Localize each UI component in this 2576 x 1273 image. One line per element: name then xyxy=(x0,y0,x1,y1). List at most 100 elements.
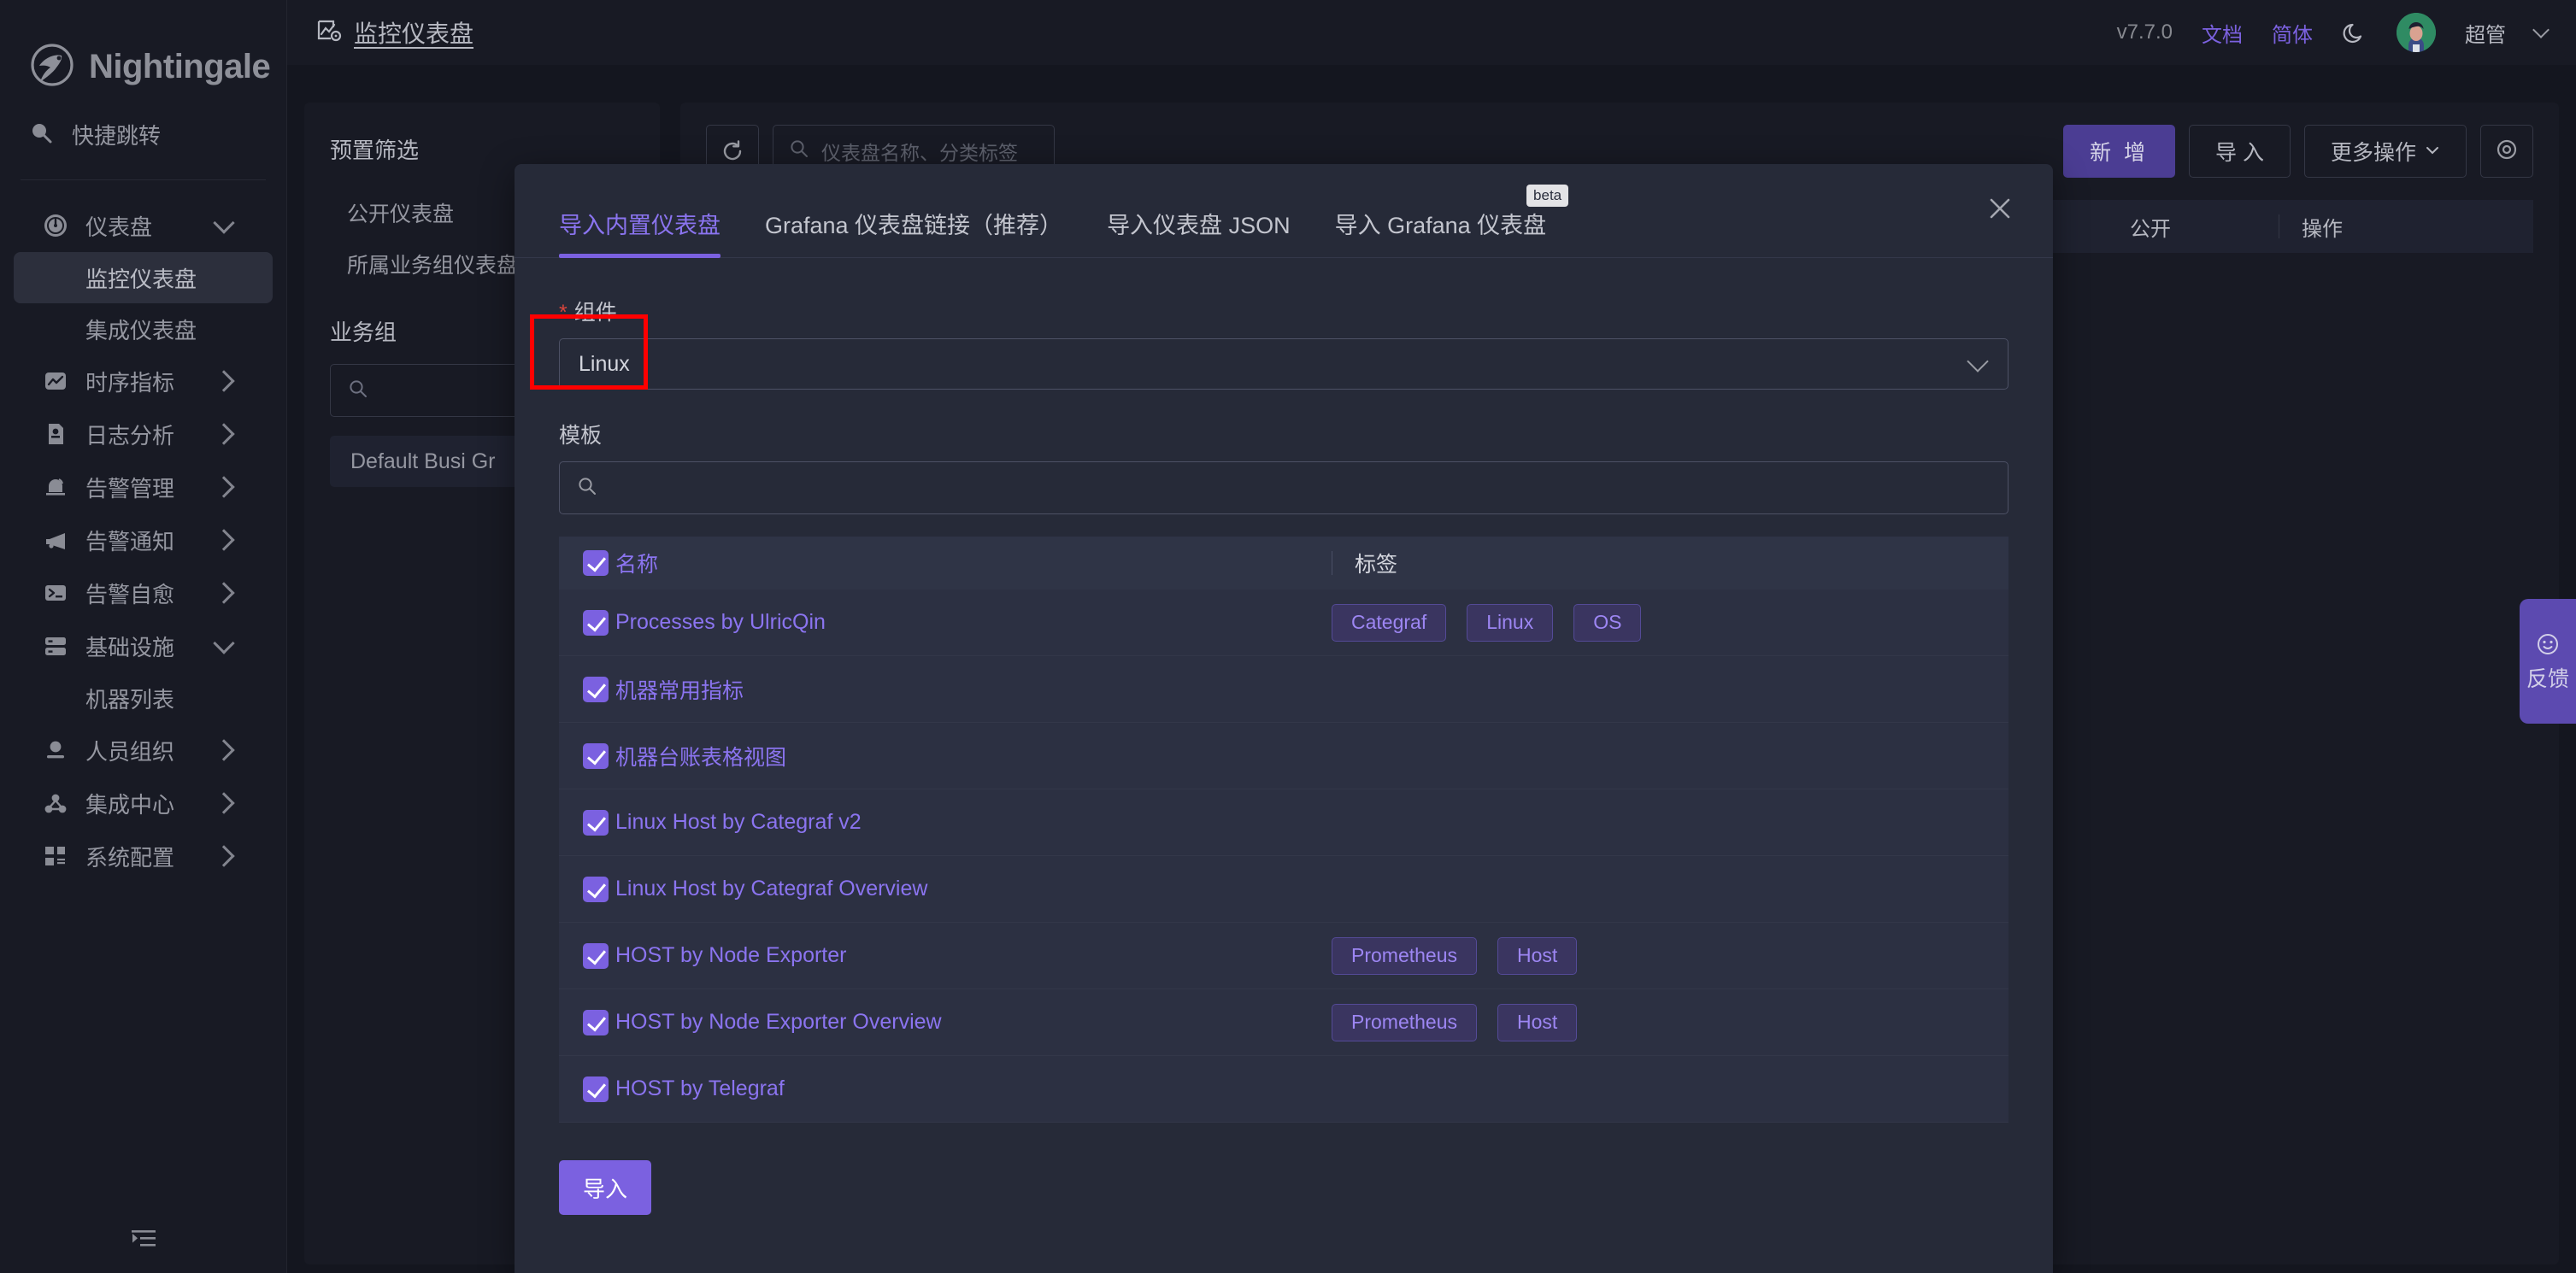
row-checkbox-cell xyxy=(559,676,615,702)
template-field-label: 模板 xyxy=(559,424,603,448)
th-tags: 标签 xyxy=(1355,553,1398,577)
chevron-right-icon xyxy=(213,476,235,498)
component-select-value: Linux xyxy=(579,351,630,376)
modal-body: * 组件 Linux 模板 名称 标签 Processes by UlricQi… xyxy=(515,258,2053,1215)
sidebar-item-alert-management[interactable]: 告警管理 xyxy=(14,461,273,513)
row-name[interactable]: Processes by UlricQin xyxy=(615,610,1332,635)
megaphone-icon xyxy=(43,527,68,553)
smiley-icon xyxy=(2536,632,2560,660)
tab-import-builtin[interactable]: 导入内置仪表盘 xyxy=(559,207,720,258)
gauge-icon xyxy=(43,213,68,238)
tag-chip: Host xyxy=(1497,936,1578,975)
row-checkbox[interactable] xyxy=(583,609,609,636)
sidebar-item-logs[interactable]: 日志分析 xyxy=(14,408,273,461)
table-row[interactable]: Linux Host by Categraf v2 xyxy=(559,789,2008,856)
brand-logo[interactable]: Nightingale xyxy=(0,0,286,101)
sidebar-item-label: 告警自愈 xyxy=(85,581,175,607)
chevron-down-icon[interactable] xyxy=(2532,21,2550,38)
sidebar-divider xyxy=(21,179,266,180)
avatar[interactable] xyxy=(2397,13,2436,52)
row-checkbox[interactable] xyxy=(583,676,609,702)
table-row[interactable]: HOST by Telegraf xyxy=(559,1056,2008,1123)
language-switcher[interactable]: 简体 xyxy=(2272,18,2313,48)
sidebar-item-integration-dashboard[interactable]: 集成仪表盘 xyxy=(14,303,273,355)
row-tags: Prometheus Host xyxy=(1332,936,2008,975)
row-name[interactable]: HOST by Node Exporter xyxy=(615,943,1332,968)
quick-jump-label: 快捷跳转 xyxy=(72,122,162,149)
chevron-right-icon xyxy=(213,792,235,814)
feedback-label: 反馈 xyxy=(2526,666,2569,691)
sidebar-item-dashboard[interactable]: 仪表盘 xyxy=(14,199,273,252)
page-title[interactable]: 监控仪表盘 xyxy=(354,15,473,50)
table-row[interactable]: Linux Host by Categraf Overview xyxy=(559,856,2008,923)
submit-import-button[interactable]: 导入 xyxy=(559,1160,651,1215)
more-actions-label: 更多操作 xyxy=(2330,141,2416,165)
more-actions-button[interactable]: 更多操作 xyxy=(2303,125,2467,178)
sidebar-item-infrastructure[interactable]: 基础设施 xyxy=(14,619,273,672)
row-checkbox[interactable] xyxy=(583,1076,609,1102)
row-name[interactable]: 机器常用指标 xyxy=(615,674,1332,705)
chevron-right-icon xyxy=(213,529,235,551)
row-name[interactable]: Linux Host by Categraf Overview xyxy=(615,877,1332,901)
table-row[interactable]: Processes by UlricQin Categraf Linux OS xyxy=(559,590,2008,656)
row-checkbox[interactable] xyxy=(583,1009,609,1035)
row-checkbox-cell xyxy=(559,1076,615,1102)
th-name: 名称 xyxy=(615,553,659,577)
add-button[interactable]: 新 增 xyxy=(2063,125,2176,178)
import-dashboard-modal: 导入内置仪表盘 Grafana 仪表盘链接（推荐） 导入仪表盘 JSON 导入 … xyxy=(515,164,2053,1273)
row-checkbox-cell xyxy=(559,876,615,902)
visibility-toggle-button[interactable] xyxy=(2480,125,2533,178)
sidebar-item-label: 集成中心 xyxy=(85,791,175,818)
search-icon xyxy=(789,138,809,164)
sidebar-item-system-config[interactable]: 系统配置 xyxy=(14,830,273,883)
sidebar-item-machine-list[interactable]: 机器列表 xyxy=(14,672,273,724)
row-checkbox[interactable] xyxy=(583,742,609,769)
tab-grafana-link[interactable]: Grafana 仪表盘链接（推荐） xyxy=(765,207,1062,257)
user-name[interactable]: 超管 xyxy=(2465,18,2506,48)
chevron-down-icon xyxy=(213,632,235,654)
sidebar-item-label: 基础设施 xyxy=(85,634,175,660)
sidebar-item-monitor-dashboard[interactable]: 监控仪表盘 xyxy=(14,252,273,303)
table-row[interactable]: 机器台账表格视图 xyxy=(559,723,2008,789)
tag-chip: Linux xyxy=(1467,603,1554,642)
row-name[interactable]: HOST by Node Exporter Overview xyxy=(615,1010,1332,1035)
table-row[interactable]: HOST by Node Exporter Overview Prometheu… xyxy=(559,989,2008,1056)
sidebar-collapse-button[interactable] xyxy=(0,1228,287,1254)
row-name[interactable]: Linux Host by Categraf v2 xyxy=(615,810,1332,835)
row-checkbox-cell xyxy=(559,942,615,969)
docs-link[interactable]: 文档 xyxy=(2202,18,2243,48)
row-checkbox[interactable] xyxy=(583,942,609,969)
top-header: 监控仪表盘 v7.7.0 文档 简体 超管 xyxy=(287,0,2576,65)
tab-import-grafana[interactable]: 导入 Grafana 仪表盘 beta xyxy=(1334,185,1569,257)
row-name[interactable]: HOST by Telegraf xyxy=(615,1076,1332,1101)
alarm-bell-icon xyxy=(43,474,68,500)
sidebar-quick-jump[interactable]: 快捷跳转 xyxy=(0,101,286,167)
sidebar-item-self-healing[interactable]: 告警自愈 xyxy=(14,566,273,619)
feedback-tab[interactable]: 反馈 xyxy=(2520,599,2576,724)
dark-mode-toggle-icon[interactable] xyxy=(2342,20,2367,45)
sidebar-item-metrics[interactable]: 时序指标 xyxy=(14,355,273,408)
table-row[interactable]: 机器常用指标 xyxy=(559,656,2008,723)
search-icon xyxy=(577,476,597,501)
row-checkbox[interactable] xyxy=(583,809,609,836)
close-icon[interactable] xyxy=(1985,193,2015,224)
table-row[interactable]: HOST by Node Exporter Prometheus Host xyxy=(559,923,2008,989)
chart-line-icon xyxy=(43,368,68,394)
tab-label: 导入 Grafana 仪表盘 xyxy=(1334,213,1547,238)
row-checkbox[interactable] xyxy=(583,876,609,902)
tab-import-json[interactable]: 导入仪表盘 JSON xyxy=(1107,207,1291,257)
template-table-header: 名称 标签 xyxy=(559,537,2008,590)
component-select[interactable]: Linux xyxy=(559,338,2008,390)
template-search-input[interactable] xyxy=(559,461,2008,514)
row-name[interactable]: 机器台账表格视图 xyxy=(615,741,1332,771)
dashboard-search-placeholder: 仪表盘名称、分类标签 xyxy=(821,142,1018,164)
sidebar-item-alert-notify[interactable]: 告警通知 xyxy=(14,513,273,566)
hummingbird-logo-icon xyxy=(27,42,77,91)
chevron-down-icon xyxy=(1967,349,1989,373)
sidebar-item-organization[interactable]: 人员组织 xyxy=(14,724,273,777)
import-button[interactable]: 导 入 xyxy=(2189,125,2291,178)
search-icon xyxy=(348,378,368,403)
component-field-label: * 组件 xyxy=(559,296,2008,326)
select-all-checkbox[interactable] xyxy=(583,550,609,576)
sidebar-item-integration-center[interactable]: 集成中心 xyxy=(14,777,273,830)
